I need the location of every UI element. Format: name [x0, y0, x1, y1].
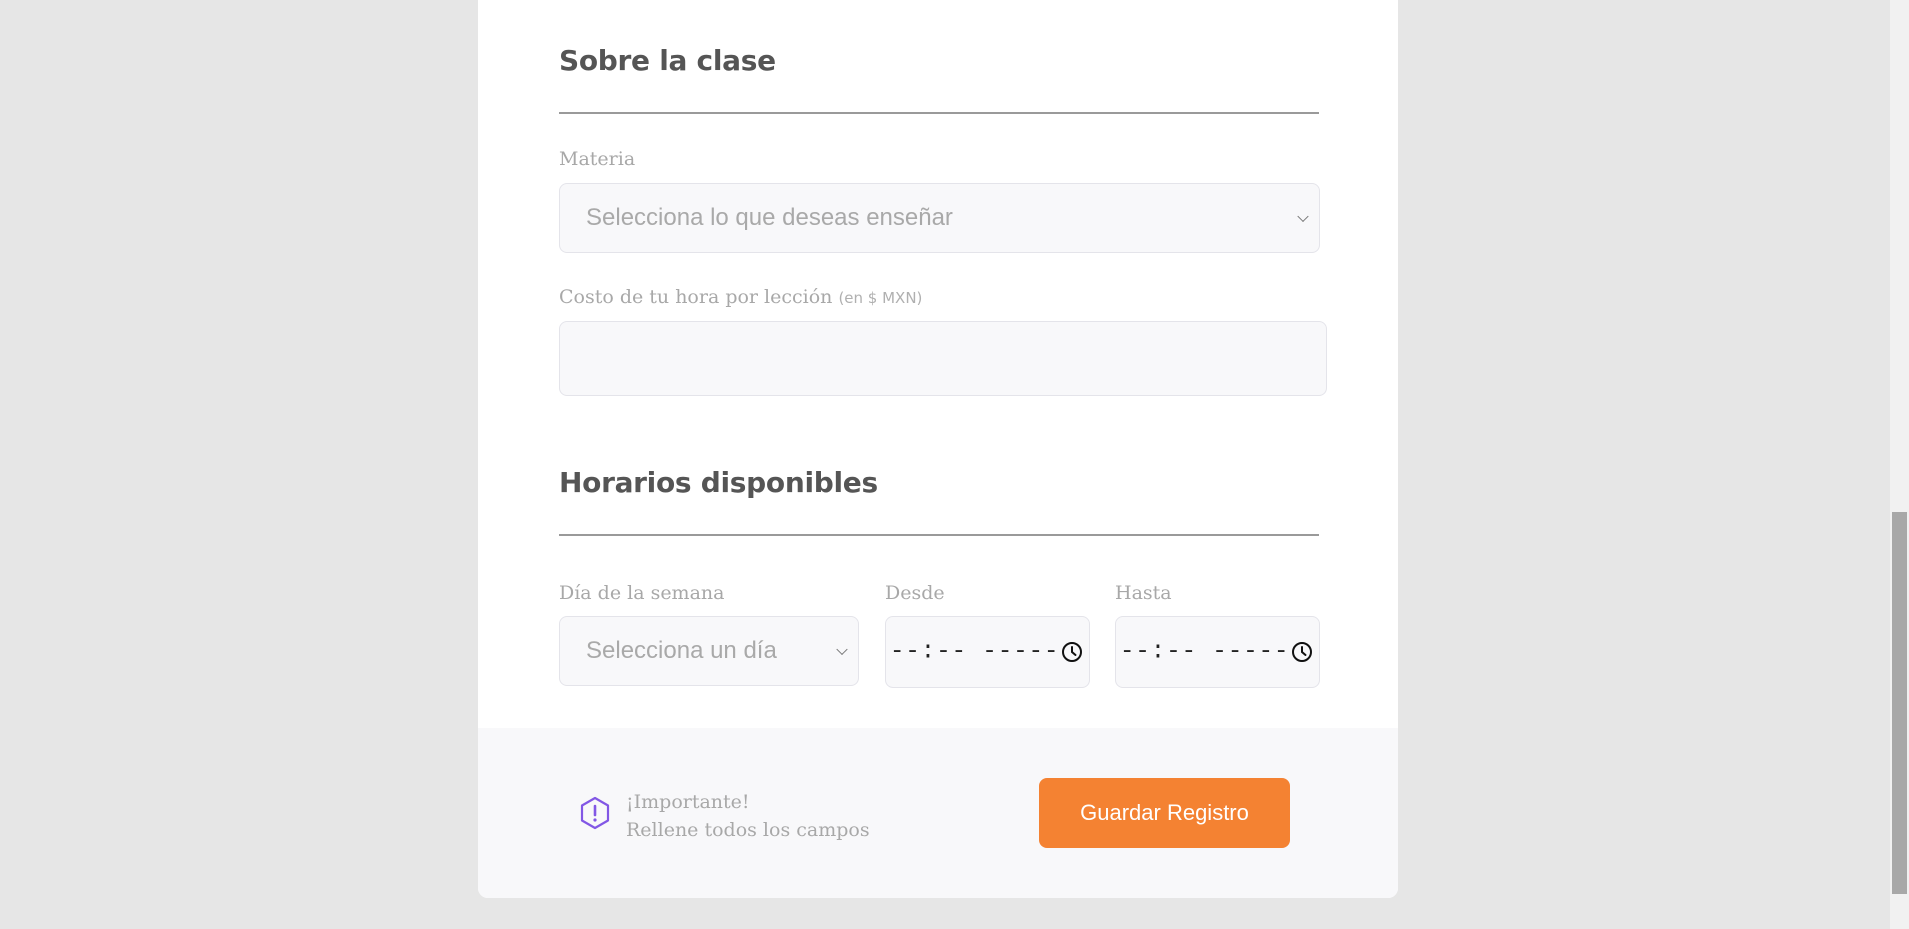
registration-form-card: Sobre la clase Materia Selecciona lo que…	[478, 0, 1398, 898]
scrollbar-thumb[interactable]	[1892, 512, 1907, 894]
section-divider	[559, 112, 1319, 114]
cost-input[interactable]	[559, 321, 1327, 396]
weekday-label: Día de la semana	[559, 582, 725, 604]
form-footer: ¡Importante! Rellene todos los campos Gu…	[478, 728, 1398, 898]
warning-message: ¡Importante! Rellene todos los campos	[626, 788, 870, 844]
subject-select[interactable]: Selecciona lo que deseas enseñar	[559, 183, 1320, 253]
weekday-select-placeholder: Selecciona un día	[586, 637, 777, 664]
cost-label: Costo de tu hora por lección (en $ MXN)	[559, 286, 922, 308]
weekday-select[interactable]: Selecciona un día	[559, 616, 859, 686]
save-button[interactable]: Guardar Registro	[1039, 778, 1290, 848]
subject-select-placeholder: Selecciona lo que deseas enseñar	[586, 204, 953, 231]
chevron-down-icon	[836, 643, 848, 656]
from-time-value: --:-- -----	[890, 638, 1060, 666]
to-time-input[interactable]: --:-- -----	[1115, 616, 1320, 688]
page: Sobre la clase Materia Selecciona lo que…	[0, 0, 1909, 929]
warning-title: ¡Importante!	[626, 791, 750, 813]
section-divider	[559, 534, 1319, 536]
cost-label-hint: (en $ MXN)	[838, 289, 923, 307]
warning-text: Rellene todos los campos	[626, 819, 870, 841]
clock-icon[interactable]	[1291, 641, 1313, 663]
section-title-about-class: Sobre la clase	[559, 44, 776, 77]
to-time-value: --:-- -----	[1120, 638, 1290, 666]
page-scrollbar[interactable]	[1890, 0, 1909, 929]
to-label: Hasta	[1115, 582, 1172, 604]
warning-hexagon-icon	[580, 796, 610, 830]
cost-label-text: Costo de tu hora por lección	[559, 286, 833, 308]
subject-label: Materia	[559, 148, 636, 170]
chevron-down-icon	[1297, 210, 1309, 223]
from-time-input[interactable]: --:-- -----	[885, 616, 1090, 688]
clock-icon[interactable]	[1061, 641, 1083, 663]
from-label: Desde	[885, 582, 945, 604]
section-title-schedule: Horarios disponibles	[559, 466, 878, 499]
